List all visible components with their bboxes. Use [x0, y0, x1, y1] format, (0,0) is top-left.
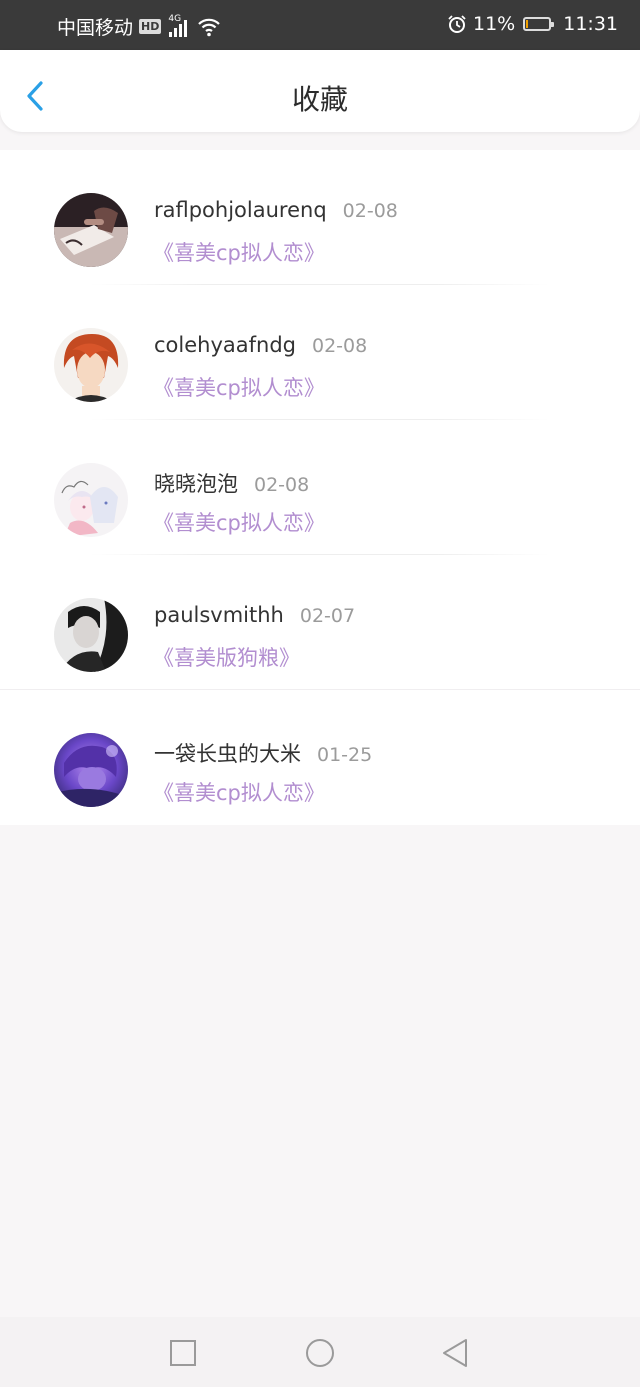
page-title: 收藏: [291, 83, 348, 116]
app-header: 收藏: [0, 50, 640, 132]
book-title[interactable]: 《喜美cp拟人恋》: [153, 777, 325, 807]
home-icon[interactable]: [303, 1336, 337, 1370]
user-name-row: 一袋长虫的大米 01-25: [154, 738, 372, 768]
user-name: 一袋长虫的大米: [154, 742, 301, 766]
book-title[interactable]: 《喜美cp拟人恋》: [153, 507, 325, 537]
list-item[interactable]: paulsvmithh 02-07 《喜美版狗粮》: [0, 555, 640, 690]
signal-icon: 4G: [168, 13, 188, 37]
battery-icon: [523, 17, 555, 31]
avatar[interactable]: [54, 463, 128, 537]
status-left: 中国移动 HD 4G: [57, 13, 221, 40]
favorite-date: 02-07: [299, 605, 356, 627]
status-bar: 中国移动 HD 4G 11% 11:31: [0, 0, 640, 50]
book-title[interactable]: 《喜美cp拟人恋》: [153, 372, 325, 402]
carrier-name: 中国移动: [57, 17, 134, 39]
list-item[interactable]: 一袋长虫的大米 01-25 《喜美cp拟人恋》: [0, 690, 640, 825]
user-name-row: raflpohjolaurenq 02-08: [154, 198, 398, 222]
user-name-row: 晓晓泡泡 02-08: [154, 468, 309, 498]
user-name-row: paulsvmithh 02-07: [154, 603, 355, 627]
favorite-date: 01-25: [317, 744, 373, 766]
favorite-date: 02-08: [254, 474, 310, 496]
favorite-date: 02-08: [342, 200, 398, 222]
wifi-icon: [198, 18, 221, 36]
recent-apps-icon[interactable]: [166, 1336, 200, 1370]
system-nav-bar: [0, 1317, 640, 1387]
user-name-row: colehyaafndg 02-08: [154, 333, 367, 357]
avatar[interactable]: [54, 733, 128, 807]
back-icon[interactable]: [438, 1336, 472, 1370]
favorite-date: 02-08: [312, 335, 368, 357]
user-name: raflpohjolaurenq: [154, 198, 327, 222]
avatar[interactable]: [54, 598, 128, 672]
book-title[interactable]: 《喜美cp拟人恋》: [153, 237, 325, 267]
alarm-icon: [448, 15, 466, 33]
user-name: paulsvmithh: [154, 603, 284, 627]
avatar[interactable]: [54, 328, 128, 402]
user-name: colehyaafndg: [154, 333, 296, 357]
book-title[interactable]: 《喜美版狗粮》: [153, 642, 300, 672]
network-type: 4G: [168, 13, 182, 24]
favorites-list: raflpohjolaurenq 02-08 《喜美cp拟人恋》 colehyaa…: [0, 150, 640, 825]
avatar[interactable]: [54, 193, 128, 267]
battery-percent: 11%: [473, 13, 516, 35]
clock: 11:31: [563, 13, 618, 35]
list-item[interactable]: raflpohjolaurenq 02-08 《喜美cp拟人恋》: [0, 150, 640, 285]
list-item[interactable]: 晓晓泡泡 02-08 《喜美cp拟人恋》: [0, 420, 640, 555]
user-name: 晓晓泡泡: [154, 472, 238, 496]
status-right: 11% 11:31: [447, 13, 618, 35]
list-item[interactable]: colehyaafndg 02-08 《喜美cp拟人恋》: [0, 285, 640, 420]
hd-badge: HD: [139, 19, 162, 34]
